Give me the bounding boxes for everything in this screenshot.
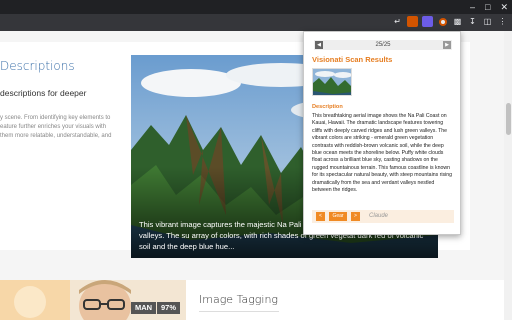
menu-icon[interactable]: ⋮ [497, 16, 508, 27]
portrait-image: MAN 97% [0, 280, 186, 320]
download-icon[interactable]: ↧ [467, 16, 478, 27]
page-scrollbar[interactable] [504, 31, 512, 320]
model-name: Claude [369, 213, 389, 219]
puzzle-icon[interactable]: ▩ [452, 16, 463, 27]
minimize-button[interactable]: – [470, 1, 475, 13]
image-tagging-title: Image Tagging [199, 293, 279, 306]
extension-icon[interactable] [407, 16, 418, 27]
previous-result-button[interactable]: ◀ [315, 41, 323, 49]
tag-label: MAN [131, 302, 157, 314]
title-bar: – □ ✕ [0, 0, 512, 14]
tag-confidence: 97% [157, 302, 181, 314]
visionati-popup: 25/25 ◀ ▶ Visionati Scan Results Descrip… [303, 31, 461, 235]
popup-title: Visionati Scan Results [312, 55, 393, 64]
footer-next-button[interactable]: > [351, 212, 360, 221]
sidebar-icon[interactable]: ◫ [482, 16, 493, 27]
section-subtitle: descriptions for deeper [0, 88, 87, 98]
description-label: Description [312, 104, 343, 110]
image-tagging-section: MAN 97% Image Tagging [0, 280, 512, 320]
scan-thumbnail [312, 68, 352, 96]
browser-window: – □ ✕ ↵ ▩ ↧ ◫ ⋮ Descriptions description… [0, 0, 512, 320]
record-icon[interactable] [437, 16, 448, 27]
section-title: Descriptions [0, 59, 75, 73]
description-text: This breathtaking aerial image shows the… [312, 113, 453, 194]
next-result-button[interactable]: ▶ [443, 41, 451, 49]
footer-prev-button[interactable]: < [316, 212, 325, 221]
man-with-glasses-image [0, 280, 186, 320]
window-controls: – □ ✕ [470, 1, 508, 13]
thumbnail-image [313, 69, 351, 95]
visionati-extension-icon[interactable] [422, 16, 433, 27]
result-navigation: 25/25 ◀ ▶ [314, 40, 452, 50]
close-button[interactable]: ✕ [500, 1, 508, 13]
maximize-button[interactable]: □ [485, 1, 490, 13]
toolbar-icons: ↵ ▩ ↧ ◫ ⋮ [392, 16, 508, 27]
browser-toolbar: ↵ ▩ ↧ ◫ ⋮ [0, 14, 512, 31]
popup-footer: < Gear > Claude [312, 210, 454, 223]
section-body: y scene. From identifying key elements t… [0, 115, 112, 139]
result-counter: 25/25 [375, 42, 391, 48]
scrollbar-thumb[interactable] [506, 103, 511, 135]
footer-option-button[interactable]: Gear [329, 212, 347, 221]
share-icon[interactable]: ↵ [392, 16, 403, 27]
title-divider [199, 311, 279, 312]
